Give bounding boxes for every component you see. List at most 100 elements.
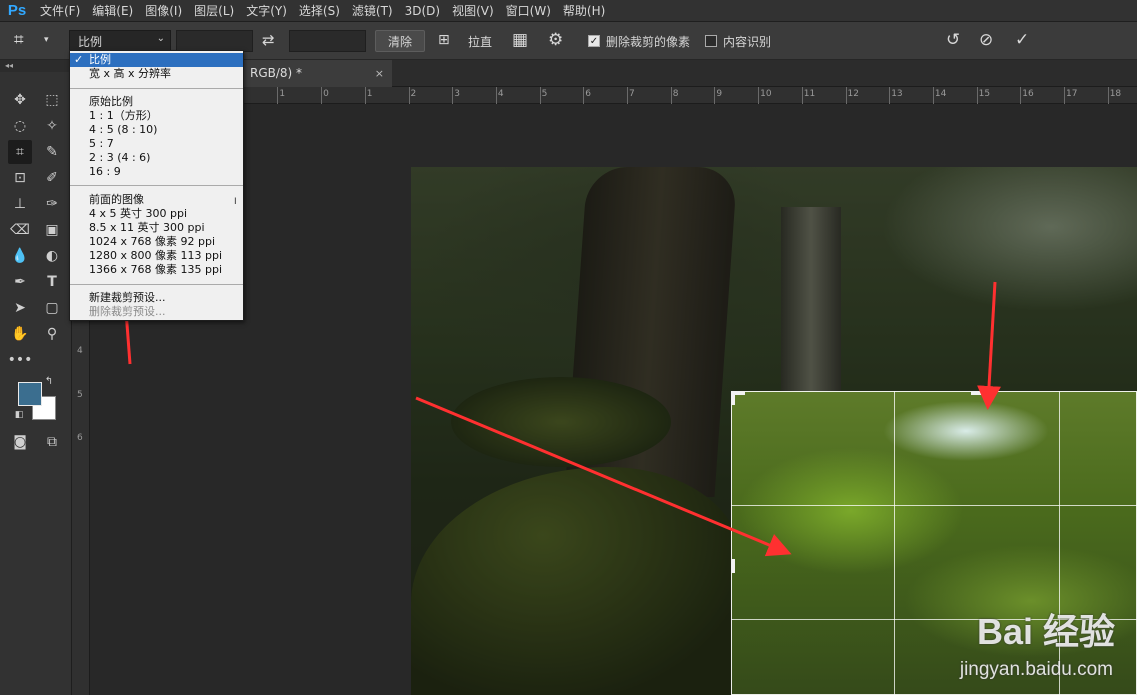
tools-panel: ✥ ⬚ ◌ ✧ ⌗ ✎ ⊡ ✐ ⊥ ✑ ⌫ ▣ 💧 ◐ ✒ T ➤ ▢ ✋ ⚲ … [0,72,72,695]
menu-type[interactable]: 文字(Y) [240,0,293,22]
lasso-tool-icon[interactable]: ◌ [8,114,32,138]
delete-cropped-checkbox[interactable]: ✓ [588,35,600,47]
screen-mode-icon[interactable]: ⧉ [40,430,64,454]
delete-cropped-option[interactable]: ✓ 删除裁剪的像素 [588,30,690,52]
dropdown-item-original[interactable]: 原始比例 [70,95,243,109]
shape-tool-icon[interactable]: ▢ [40,296,64,320]
menu-bar: Ps 文件(F) 编辑(E) 图像(I) 图层(L) 文字(Y) 选择(S) 滤… [0,0,1137,22]
straighten-label[interactable]: 拉直 [468,30,492,52]
eraser-tool-icon[interactable]: ⌫ [8,218,32,242]
swap-icon[interactable]: ⇄ [262,29,275,51]
swap-colors-icon[interactable]: ↰ [42,374,56,388]
crop-handle-top-left-vertical[interactable] [731,391,735,405]
check-icon: ✓ [74,53,84,66]
content-aware-label: 内容识别 [723,34,772,49]
ruler-tick [845,87,847,104]
history-brush-tool-icon[interactable]: ✑ [40,192,64,216]
eyedropper-tool-icon[interactable]: ✎ [40,140,64,164]
dropdown-item-wxhxres[interactable]: 宽 x 高 x 分辨率 [70,67,243,81]
ruler-tick [627,87,628,104]
more-tools-icon[interactable]: ••• [8,348,33,372]
canvas-area[interactable]: Bai 经验 jingyan.baidu.com [91,105,1137,695]
gradient-tool-icon[interactable]: ▣ [40,218,64,242]
ruler-tick [364,87,366,104]
ps-logo: Ps [7,2,27,19]
ruler-top[interactable]: 3210123456789101112131415161718 [90,87,1137,104]
ratio-select[interactable]: 比例 ⌄ [69,30,171,52]
ruler-tick-label: 12 [847,89,859,99]
ruler-tick [539,87,541,104]
menu-3d[interactable]: 3D(D) [399,0,446,22]
dropdown-item-new-preset[interactable]: 新建裁剪预设... [70,291,243,305]
frame-tool-icon[interactable]: ⊡ [8,166,32,190]
hand-tool-icon[interactable]: ✋ [8,322,32,346]
menu-edit[interactable]: 编辑(E) [86,0,139,22]
dropdown-item-1366x768[interactable]: 1366 x 768 像素 135 ppi [70,263,243,277]
document-tab[interactable]: RGB/8) * × [244,60,392,87]
grid-overlay-icon[interactable]: ▦ [512,29,528,51]
blur-tool-icon[interactable]: 💧 [8,244,32,268]
ruler-tick-label: 5 [77,389,83,400]
menu-help[interactable]: 帮助(H) [557,0,611,22]
brush-tool-icon[interactable]: ✐ [40,166,64,190]
width-input[interactable] [176,30,253,52]
pen-tool-icon[interactable]: ✒ [8,270,32,294]
magic-wand-tool-icon[interactable]: ✧ [40,114,64,138]
menu-layer[interactable]: 图层(L) [188,0,240,22]
ruler-tick [583,87,585,104]
menu-window[interactable]: 窗口(W) [500,0,557,22]
dropdown-item-4x5in[interactable]: 4 x 5 英寸 300 ppi [70,207,243,221]
zoom-tool-icon[interactable]: ⚲ [40,322,64,346]
cancel-icon[interactable]: ⊘ [979,29,993,51]
ruler-tick [452,87,454,104]
ruler-tick-label: 6 [585,89,592,99]
ruler-tick-label: 1 [279,89,286,99]
quick-mask-icon[interactable]: ◙ [8,430,32,454]
ruler-tick [758,87,760,104]
dropdown-item-front-image[interactable]: 前面的图像 [70,193,243,207]
ruler-tick-label: 7 [629,89,635,99]
dropdown-item-16-9[interactable]: 16 : 9 [70,165,243,179]
chevron-down-icon[interactable]: ▾ [44,29,49,51]
path-select-tool-icon[interactable]: ➤ [8,296,32,320]
reset-icon[interactable]: ↺ [946,29,960,51]
dropdown-item-1280x800[interactable]: 1280 x 800 像素 113 ppi [70,249,243,263]
dropdown-item-5-7[interactable]: 5 : 7 [70,137,243,151]
dropdown-item-2-3[interactable]: 2 : 3 (4 : 6) [70,151,243,165]
dodge-tool-icon[interactable]: ◐ [40,244,64,268]
marquee-tool-icon[interactable]: ⬚ [40,88,64,112]
document-tab-title: RGB/8) * [250,66,303,80]
foreground-color-swatch[interactable] [18,382,42,406]
crop-tool-preset-icon[interactable]: ⌗ [14,29,24,51]
toolbar-collapse[interactable]: ◂◂ [0,60,72,72]
crop-handle-left[interactable] [731,559,735,573]
menu-image[interactable]: 图像(I) [139,0,188,22]
menu-filter[interactable]: 滤镜(T) [346,0,399,22]
type-tool-icon[interactable]: T [40,270,64,294]
menu-select[interactable]: 选择(S) [293,0,346,22]
menu-file[interactable]: 文件(F) [34,0,86,22]
dropdown-item-4-5[interactable]: 4 : 5 (8 : 10) [70,123,243,137]
content-aware-option[interactable]: 内容识别 [705,30,771,52]
stamp-tool-icon[interactable]: ⊥ [8,192,32,216]
default-colors-icon[interactable]: ◧ [12,408,26,422]
close-icon[interactable]: × [375,60,384,87]
crop-handle-top[interactable] [971,391,985,395]
ruler-tick-label: 14 [934,89,947,99]
move-tool-icon[interactable]: ✥ [8,88,32,112]
straighten-icon[interactable]: ⊞ [438,29,450,51]
crop-tool-icon[interactable]: ⌗ [8,140,32,164]
content-aware-checkbox[interactable] [705,35,717,47]
dropdown-item-1024x768[interactable]: 1024 x 768 像素 92 ppi [70,235,243,249]
height-input[interactable] [289,30,366,52]
dropdown-item-1-1[interactable]: 1 : 1（方形） [70,109,243,123]
dropdown-item-ratio[interactable]: ✓ 比例 [70,53,243,67]
ruler-tick [801,87,803,104]
gear-icon[interactable]: ⚙ [548,29,563,51]
ruler-tick [714,87,716,104]
forest-photo: Bai 经验 jingyan.baidu.com [411,167,1137,695]
commit-check-icon[interactable]: ✓ [1015,29,1029,51]
clear-button[interactable]: 清除 [375,30,425,52]
menu-view[interactable]: 视图(V) [446,0,500,22]
dropdown-item-8-5x11in[interactable]: 8.5 x 11 英寸 300 ppi [70,221,243,235]
